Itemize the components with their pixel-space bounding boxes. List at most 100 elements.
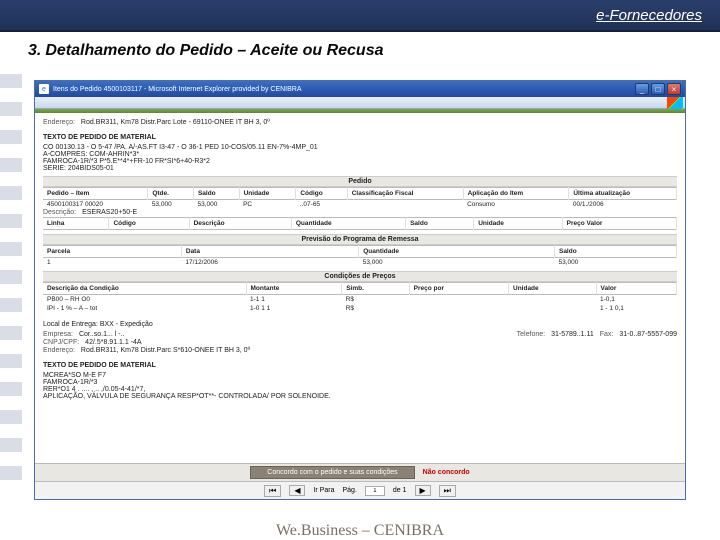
- detail-row: CNPJ/CPF:42/.5*8.91.1.1 -4A: [43, 339, 677, 346]
- column-header: Última atualização: [569, 188, 677, 200]
- table-cell: 53,000: [554, 258, 676, 268]
- slide-title: 3. Detalhamento do Pedido – Aceite ou Re…: [0, 32, 720, 66]
- slide-header-text: e-Fornecedores: [596, 7, 702, 24]
- endereco-value: Rod.BR311, Km78 Distr.Parc Lote - 69110-…: [81, 119, 270, 126]
- endereco-label: Endereço:: [43, 119, 75, 126]
- column-header: Aplicação do Item: [463, 188, 569, 200]
- table-cell: Consumo: [463, 200, 569, 210]
- column-header: Unidade: [509, 283, 597, 295]
- column-header: Linha: [43, 218, 109, 230]
- page-total: de 1: [393, 487, 407, 494]
- column-header: Unidade: [474, 218, 562, 230]
- first-page-button[interactable]: ⏮: [264, 485, 281, 497]
- column-header: Saldo: [554, 246, 676, 258]
- page-content: Endereço: Rod.BR311, Km78 Distr.Parc Lote…: [35, 113, 685, 463]
- column-header: Código: [296, 188, 347, 200]
- table-cell: IPI - 1 % – A – tot: [43, 304, 246, 313]
- windows-logo-icon: [667, 97, 683, 109]
- text-line: APLICAÇÃO, VÁLVULA DE SEGURANÇA RESP*OT*…: [43, 393, 677, 400]
- table-cell: 00/1./2006: [569, 200, 677, 210]
- texto-pedido-title: TEXTO DE PEDIDO DE MATERIAL: [43, 134, 677, 141]
- pedido-desc: ESERAS20+50-E: [82, 209, 137, 216]
- prev-page-button[interactable]: ◀: [289, 485, 305, 496]
- slide-footer: We.Business – CENIBRA: [0, 518, 720, 540]
- texto-pedido-body: CO 00130.13 - O 5-47 /PA. A/-AS.FT I3-47…: [43, 144, 677, 172]
- table-cell: R$: [342, 304, 409, 313]
- goto-label: Ir Para: [313, 487, 334, 494]
- condicoes-band: Condições de Preços: [43, 271, 677, 282]
- pedido-desc-label: Descrição:: [43, 209, 76, 216]
- action-bar: Concordo com o pedido e suas condições N…: [35, 463, 685, 481]
- column-header: Saldo: [193, 188, 239, 200]
- window-titlebar[interactable]: e Itens do Pedido 4500103117 - Microsoft…: [35, 81, 685, 97]
- text-line: CO 00130.13 - O 5-47 /PA. A/-AS.FT I3-47…: [43, 144, 677, 151]
- column-header: Unidade: [239, 188, 296, 200]
- sidebar-decoration: [0, 60, 22, 490]
- text-line: MCREA*SO M-E F7: [43, 372, 677, 379]
- pedido-table: Pedido – ItemQtde.SaldoUnidadeCódigoClas…: [43, 187, 677, 209]
- table-cell: [347, 200, 463, 210]
- accept-button[interactable]: Concordo com o pedido e suas condições: [250, 466, 414, 479]
- text-line: RER*O1 4 . .... , .. ,/0.05-4-41/*7,: [43, 386, 677, 393]
- browser-window: e Itens do Pedido 4500103117 - Microsoft…: [34, 80, 686, 500]
- column-header: Valor: [596, 283, 676, 295]
- column-header: Quantidade: [359, 246, 555, 258]
- table-cell: 1 - 1 0,1: [596, 304, 676, 313]
- slide-number: 3.: [28, 42, 41, 59]
- column-header: Qtde.: [148, 188, 194, 200]
- table-cell: 53,000: [193, 200, 239, 210]
- table-cell: 1: [43, 258, 181, 268]
- table-cell: 1-1 1: [246, 295, 342, 305]
- table-cell: PC: [239, 200, 296, 210]
- page-label: Pág.: [342, 487, 356, 494]
- column-header: Descrição: [189, 218, 291, 230]
- table-cell: 1-0,1: [596, 295, 676, 305]
- ie-toolbar: [35, 97, 685, 109]
- table-cell: R$: [342, 295, 409, 305]
- table-cell: 1-0 1 1: [246, 304, 342, 313]
- local-entrega-title: Local de Entrega: BXX - Expedição: [43, 321, 677, 328]
- table-cell: 4500100317 00020: [43, 200, 148, 210]
- texto-pedido2-title: TEXTO DE PEDIDO DE MATERIAL: [43, 362, 677, 369]
- last-page-button[interactable]: ⏭: [439, 485, 456, 497]
- maximize-button[interactable]: □: [651, 83, 665, 95]
- window-title: Itens do Pedido 4500103117 - Microsoft I…: [53, 86, 302, 93]
- slide-header: e-Fornecedores: [0, 0, 720, 32]
- column-header: Preço por: [409, 283, 508, 295]
- remessa-table: ParcelaDataQuantidadeSaldo 117/12/2006 53,…: [43, 245, 677, 267]
- local-entrega-body: Empresa:Cor..so.1... l -..Telefone:31-57…: [43, 331, 677, 354]
- table-cell: ..07-65: [296, 200, 347, 210]
- pedido-subtable: LinhaCódigoDescriçãoQuantidadeSaldoUnida…: [43, 217, 677, 230]
- detail-row: Empresa:Cor..so.1... l -..Telefone:31-57…: [43, 331, 677, 338]
- page-input[interactable]: [365, 486, 385, 496]
- ie-icon: e: [39, 84, 49, 94]
- table-cell: 53,000: [148, 200, 194, 210]
- texto-pedido2-body: MCREA*SO M-E F7FAMROCA-1R/*3RER*O1 4 . .…: [43, 372, 677, 400]
- column-header: Montante: [246, 283, 342, 295]
- slide-title-text: Detalhamento do Pedido – Aceite ou Recus…: [45, 42, 383, 59]
- remessa-band: Previsão do Programa de Remessa: [43, 234, 677, 245]
- table-cell: PB00 – RH O0: [43, 295, 246, 305]
- table-cell: [509, 304, 597, 313]
- text-line: FAMROCA-1R/*3 P*5.E**4*+FR-10 FR*SI*6+40…: [43, 158, 677, 165]
- column-header: Saldo: [406, 218, 474, 230]
- text-line: SERIE: 204BIDS05-01: [43, 165, 677, 172]
- table-cell: 17/12/2006: [181, 258, 358, 268]
- text-line: A-COMPRES: COM-AHRIN*3*: [43, 151, 677, 158]
- detail-row: Endereço:Rod.BR311, Km78 Distr.Parc S*61…: [43, 347, 677, 354]
- table-cell: [409, 295, 508, 305]
- reject-link[interactable]: Não concordo: [423, 469, 470, 476]
- next-page-button[interactable]: ▶: [415, 485, 431, 496]
- column-header: Data: [181, 246, 358, 258]
- close-button[interactable]: ×: [667, 83, 681, 95]
- column-header: Parcela: [43, 246, 181, 258]
- pagination-bar: ⏮ ◀ Ir Para Pág. de 1 ▶ ⏭: [35, 481, 685, 499]
- column-header: Pedido – Item: [43, 188, 148, 200]
- column-header: Código: [109, 218, 189, 230]
- column-header: Quantidade: [291, 218, 405, 230]
- column-header: Classificação Fiscal: [347, 188, 463, 200]
- column-header: Simb.: [342, 283, 409, 295]
- column-header: Preço Valor: [562, 218, 676, 230]
- minimize-button[interactable]: _: [635, 83, 649, 95]
- pedido-band: Pedido: [43, 176, 677, 187]
